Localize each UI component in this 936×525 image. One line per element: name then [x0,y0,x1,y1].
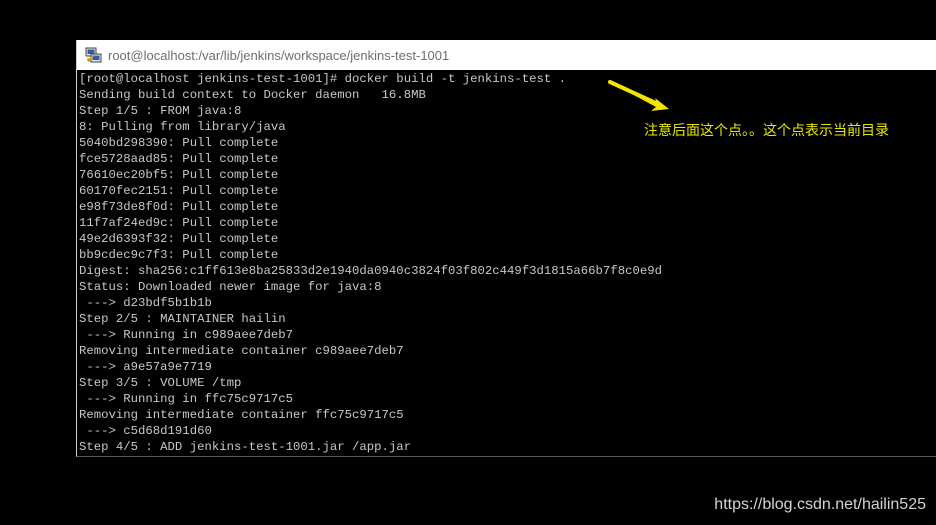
terminal-line: 76610ec20bf5: Pull complete [79,168,279,182]
terminal-line: ---> Running in c989aee7deb7 [79,328,294,342]
terminal-line: Step 1/5 : FROM java:8 [79,104,242,118]
terminal-line: Step 3/5 : VOLUME /tmp [79,376,242,390]
terminal-line: 49e2d6393f32: Pull complete [79,232,279,246]
terminal-line: ---> c5d68d191d60 [79,424,212,438]
terminal-line: Step 2/5 : MAINTAINER hailin [79,312,286,326]
terminal-window: root@localhost:/var/lib/jenkins/workspac… [76,40,936,457]
terminal-line: Status: Downloaded newer image for java:… [79,280,382,294]
putty-icon[interactable] [85,46,103,64]
terminal-line: Digest: sha256:c1ff613e8ba25833d2e1940da… [79,264,662,278]
terminal-line: ---> a9e57a9e7719 [79,360,212,374]
terminal-line: ---> Running in ffc75c9717c5 [79,392,294,406]
terminal-line: Removing intermediate container c989aee7… [79,344,404,358]
title-bar[interactable]: root@localhost:/var/lib/jenkins/workspac… [77,40,936,70]
window-title: root@localhost:/var/lib/jenkins/workspac… [108,47,450,63]
terminal-line: Step 4/5 : ADD jenkins-test-1001.jar /ap… [79,440,412,454]
terminal-line: ---> d23bdf5b1b1b [79,296,212,310]
terminal-line: 11f7af24ed9c: Pull complete [79,216,279,230]
annotation-arrow-icon [608,80,669,111]
terminal-line: [root@localhost jenkins-test-1001]# dock… [79,72,567,86]
watermark-url: https://blog.csdn.net/hailin525 [714,496,926,513]
terminal-line: Removing intermediate container ffc75c97… [79,408,404,422]
terminal-line: fce5728aad85: Pull complete [79,152,279,166]
terminal-line: 60170fec2151: Pull complete [79,184,279,198]
annotation-note: 注意后面这个点。。这个点表示当前目录 [644,123,889,139]
terminal-line: Sending build context to Docker daemon 1… [79,88,426,102]
terminal-line: e98f73de8f0d: Pull complete [79,200,279,214]
terminal-line: bb9cdec9c7f3: Pull complete [79,248,279,262]
